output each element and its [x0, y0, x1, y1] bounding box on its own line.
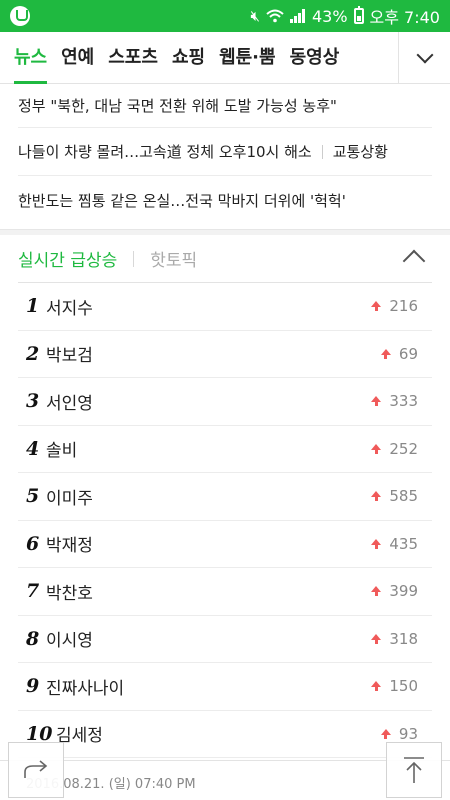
rank-row[interactable]: 4 솔비 252 [18, 426, 432, 473]
rank-trend: 252 [371, 440, 418, 458]
up-arrow-icon [380, 728, 391, 739]
tab-hot-topic[interactable]: 핫토픽 [150, 246, 197, 271]
tab-list: 뉴스 연예 스포츠 쇼핑 웹툰·뿜 동영상 [14, 32, 394, 84]
rank-number: 3 [26, 390, 40, 413]
tab-5[interactable]: 동영상 [290, 32, 340, 84]
traffic-link[interactable]: 교통상황 [333, 141, 388, 162]
rank-trend: 399 [371, 582, 418, 600]
up-arrow-icon [371, 681, 382, 692]
tab-1[interactable]: 연예 [61, 32, 94, 84]
headline-text: 나들이 차량 몰려…고속道 정체 오후10시 해소 [18, 143, 312, 161]
headline-list: 정부 "북한, 대남 국면 전환 위해 도발 가능성 농후" 나들이 차량 몰려… [18, 84, 432, 224]
rank-row[interactable]: 5 이미주 585 [18, 473, 432, 521]
rank-row[interactable]: 7 박찬호 399 [18, 568, 432, 616]
mute-icon: 🔇︎ [250, 6, 260, 25]
rank-row[interactable]: 3 서인영 333 [18, 378, 432, 426]
rank-row[interactable]: 9 진짜사나이 150 [18, 663, 432, 711]
rank-keyword: 솔비 [46, 441, 78, 462]
up-arrow-icon [371, 633, 382, 644]
headline-item[interactable]: 한반도는 찜통 같은 온실…전국 막바지 더위에 '헉헉' [18, 176, 432, 224]
headline-item[interactable]: 정부 "북한, 대남 국면 전환 위해 도발 가능성 농후" [18, 84, 432, 128]
divider [133, 250, 135, 267]
rank-change-value: 150 [389, 677, 418, 696]
rank-row[interactable]: 2 박보검 69 [18, 331, 432, 378]
rank-trend: 150 [371, 677, 418, 695]
rank-keyword: 진짜사나이 [46, 678, 125, 699]
app-icon [10, 6, 30, 26]
rank-keyword: 박재정 [46, 536, 93, 557]
rank-change-value: 435 [389, 534, 418, 553]
category-tabs: 뉴스 연예 스포츠 쇼핑 웹툰·뿜 동영상 [0, 32, 450, 84]
footer: 2016.08.21. (일) 07:40 PM [0, 760, 450, 800]
rank-trend: 93 [380, 724, 418, 743]
battery-icon [353, 6, 364, 24]
rank-number: 5 [26, 485, 40, 508]
rank-trend: 216 [371, 297, 418, 315]
up-arrow-icon [371, 301, 382, 312]
rank-trend: 333 [371, 392, 418, 410]
scroll-top-button[interactable] [386, 742, 442, 798]
rank-change-value: 216 [389, 297, 418, 316]
rank-keyword: 이미주 [46, 488, 93, 509]
up-arrow-icon [371, 396, 382, 407]
up-arrow-icon [371, 443, 382, 454]
up-arrow-icon [380, 348, 391, 359]
rank-number: 1 [26, 295, 40, 318]
rank-row[interactable]: 8 이시영 318 [18, 616, 432, 663]
rank-keyword: 서인영 [46, 393, 93, 414]
rank-change-value: 585 [389, 487, 418, 506]
rank-row[interactable]: 10 김세정 93 [18, 711, 432, 758]
rank-change-value: 399 [389, 582, 418, 601]
share-icon [24, 760, 48, 778]
status-bar: 🔇︎ 43% 오후 7:40 [0, 0, 450, 32]
status-time: 오후 7:40 [369, 8, 440, 27]
rank-keyword: 이시영 [46, 631, 93, 652]
more-tabs-button[interactable] [398, 32, 450, 84]
rank-row[interactable]: 1 서지수 216 [18, 283, 432, 331]
rank-number: 2 [26, 342, 40, 365]
chevron-down-icon [416, 46, 433, 64]
rank-keyword: 박보검 [46, 346, 93, 367]
rank-number: 4 [26, 437, 40, 460]
rank-number: 9 [26, 675, 40, 698]
rank-change-value: 318 [389, 629, 418, 648]
tab-realtime-rising[interactable]: 실시간 급상승 [18, 246, 117, 271]
headline-text: 한반도는 찜통 같은 온실…전국 막바지 더위에 '헉헉' [18, 191, 346, 210]
tab-2[interactable]: 스포츠 [108, 32, 158, 84]
signal-icon [289, 9, 306, 23]
battery-percent: 43% [311, 6, 348, 26]
rank-keyword: 서지수 [46, 298, 93, 319]
scroll-top-icon [404, 757, 424, 783]
rank-number: 7 [26, 580, 40, 603]
up-arrow-icon [371, 586, 382, 597]
chevron-up-icon[interactable] [402, 249, 426, 273]
rank-change-value: 93 [398, 724, 418, 743]
rank-change-value: 69 [398, 344, 418, 363]
rank-change-value: 333 [389, 392, 418, 411]
rank-change-value: 252 [389, 439, 418, 458]
share-button[interactable] [8, 742, 64, 798]
ranking-list: 1 서지수 216 2 박보검 69 3 서인영 333 4 솔비 252 5 이미주 585 6 박재정 435… [18, 283, 432, 758]
divider [321, 144, 323, 159]
up-arrow-icon [371, 491, 382, 502]
wifi-icon [266, 9, 284, 23]
rank-trend: 435 [371, 535, 418, 553]
tab-0[interactable]: 뉴스 [14, 32, 48, 84]
rank-row[interactable]: 6 박재정 435 [18, 521, 432, 568]
rank-number: 6 [26, 532, 40, 555]
up-arrow-icon [371, 538, 382, 549]
headline-item[interactable]: 나들이 차량 몰려…고속道 정체 오후10시 해소 교통상황 [18, 128, 432, 176]
tab-4[interactable]: 웹툰·뿜 [219, 32, 276, 84]
rank-trend: 69 [380, 344, 418, 363]
headline-text: 정부 "북한, 대남 국면 전환 위해 도발 가능성 농후" [18, 97, 337, 115]
tab-3[interactable]: 쇼핑 [172, 32, 205, 84]
rank-trend: 585 [371, 487, 418, 505]
rank-keyword: 박찬호 [46, 583, 93, 604]
ranking-header: 실시간 급상승 핫토픽 [18, 235, 432, 283]
rank-trend: 318 [371, 630, 418, 648]
rank-number: 8 [26, 627, 40, 650]
